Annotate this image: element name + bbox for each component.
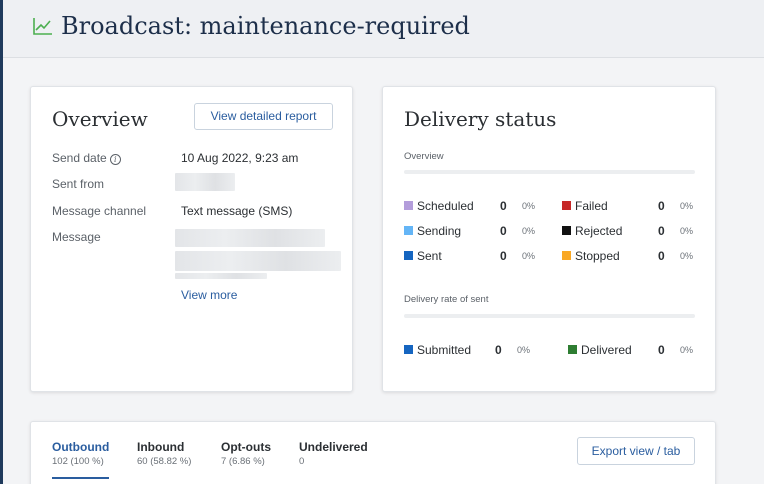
export-view-button[interactable]: Export view / tab bbox=[577, 437, 695, 465]
send-date-label: Send date i bbox=[52, 151, 121, 165]
overview-progress-bar bbox=[404, 170, 695, 174]
sent-swatch bbox=[404, 251, 413, 260]
rejected-swatch bbox=[562, 226, 571, 235]
sent-from-label: Sent from bbox=[52, 177, 105, 191]
message-label: Message bbox=[52, 230, 101, 244]
line-chart-icon bbox=[33, 18, 52, 35]
stat-sent: Sent 0 0% bbox=[404, 249, 549, 263]
stat-sending: Sending 0 0% bbox=[404, 224, 549, 238]
scheduled-swatch bbox=[404, 201, 413, 210]
send-date-value: 10 Aug 2022, 9:23 am bbox=[181, 151, 299, 165]
stat-scheduled: Scheduled 0 0% bbox=[404, 199, 549, 213]
message-channel-value: Text message (SMS) bbox=[181, 204, 293, 218]
active-tab-indicator bbox=[52, 477, 109, 479]
message-tabs-card: Outbound 102 (100 %) Inbound 60 (58.82 %… bbox=[30, 421, 716, 484]
stat-stopped: Stopped 0 0% bbox=[562, 249, 697, 263]
stopped-swatch bbox=[562, 251, 571, 260]
delivery-status-card: Delivery status Overview Scheduled 0 0% … bbox=[382, 86, 716, 392]
delivery-rate-progress-bar bbox=[404, 314, 695, 318]
failed-swatch bbox=[562, 201, 571, 210]
tab-inbound[interactable]: Inbound 60 (58.82 %) bbox=[137, 440, 191, 467]
overview-title: Overview bbox=[52, 107, 148, 131]
submitted-swatch bbox=[404, 345, 413, 354]
tab-outbound[interactable]: Outbound 102 (100 %) bbox=[52, 440, 109, 467]
message-channel-label: Message channel bbox=[52, 204, 147, 218]
tab-undelivered[interactable]: Undelivered 0 bbox=[299, 440, 368, 467]
delivered-swatch bbox=[568, 345, 577, 354]
view-detailed-report-button[interactable]: View detailed report bbox=[194, 103, 333, 130]
view-more-link[interactable]: View more bbox=[181, 288, 237, 302]
message-redacted-line-1 bbox=[175, 229, 325, 247]
tab-opt-outs[interactable]: Opt-outs 7 (6.86 %) bbox=[221, 440, 271, 467]
overview-section-label: Overview bbox=[404, 151, 444, 162]
page-title: Broadcast: maintenance-required bbox=[61, 12, 470, 40]
message-redacted-line-2 bbox=[175, 251, 341, 271]
sending-swatch bbox=[404, 226, 413, 235]
overview-card: Overview View detailed report Send date i… bbox=[30, 86, 353, 392]
stat-rejected: Rejected 0 0% bbox=[562, 224, 697, 238]
left-edge-bar bbox=[0, 0, 3, 484]
page-header: Broadcast: maintenance-required bbox=[3, 0, 764, 58]
stat-submitted: Submitted 0 0% bbox=[404, 343, 549, 357]
info-icon[interactable]: i bbox=[109, 154, 121, 165]
delivery-status-title: Delivery status bbox=[404, 107, 557, 131]
stat-failed: Failed 0 0% bbox=[562, 199, 697, 213]
delivery-rate-label: Delivery rate of sent bbox=[404, 294, 489, 305]
message-redacted-line-3 bbox=[175, 273, 267, 279]
sent-from-redacted bbox=[175, 173, 235, 191]
stat-delivered: Delivered 0 0% bbox=[568, 343, 698, 357]
